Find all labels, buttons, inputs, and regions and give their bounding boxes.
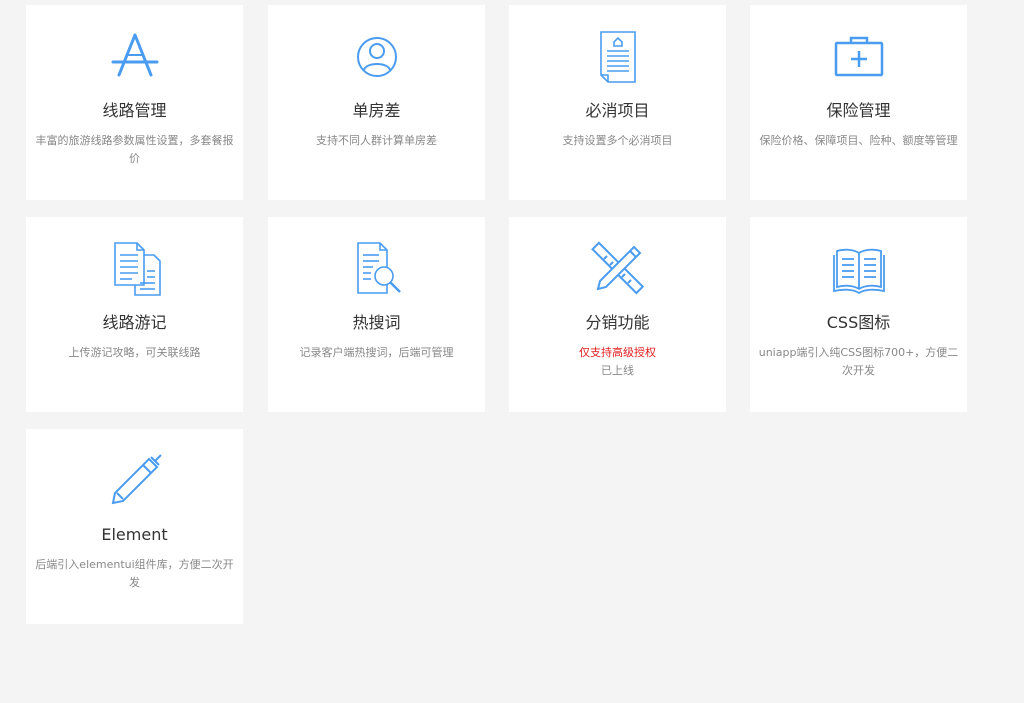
card-description: 仅支持高级授权 已上线 bbox=[517, 344, 718, 380]
card-title: 热搜词 bbox=[352, 313, 401, 332]
documents-icon bbox=[107, 241, 163, 297]
status-text: 已上线 bbox=[601, 364, 634, 377]
card-description: 记录客户端热搜词，后端可管理 bbox=[299, 346, 454, 359]
ruler-pencil-icon bbox=[590, 241, 646, 297]
card-title: 单房差 bbox=[352, 101, 401, 120]
card-title: 保险管理 bbox=[826, 101, 891, 120]
book-icon bbox=[831, 241, 887, 297]
pen-icon bbox=[107, 453, 163, 509]
card-distribution[interactable]: 分销功能 仅支持高级授权 已上线 bbox=[509, 217, 726, 412]
card-description: 上传游记攻略，可关联线路 bbox=[68, 346, 201, 359]
card-description: uniapp端引入纯CSS图标700+，方便二次开发 bbox=[758, 346, 959, 377]
card-description: 后端引入elementui组件库，方便二次开发 bbox=[35, 558, 234, 589]
card-title: Element bbox=[101, 525, 168, 544]
card-css-icons[interactable]: CSS图标 uniapp端引入纯CSS图标700+，方便二次开发 bbox=[750, 217, 967, 412]
document-icon bbox=[590, 29, 646, 85]
card-title: 分销功能 bbox=[585, 313, 650, 332]
search-document-icon bbox=[349, 241, 405, 297]
card-description: 丰富的旅游线路参数属性设置，多套餐报价 bbox=[35, 134, 234, 165]
user-icon bbox=[349, 29, 405, 85]
card-title: 线路管理 bbox=[102, 101, 167, 120]
medical-kit-icon bbox=[831, 29, 887, 85]
card-title: 线路游记 bbox=[102, 313, 167, 332]
card-insurance[interactable]: 保险管理 保险价格、保障项目、险种、额度等管理 bbox=[750, 5, 967, 200]
card-travel-notes[interactable]: 线路游记 上传游记攻略，可关联线路 bbox=[26, 217, 243, 412]
card-title: 必消项目 bbox=[585, 101, 650, 120]
card-title: CSS图标 bbox=[826, 313, 891, 332]
card-description: 支持不同人群计算单房差 bbox=[316, 134, 437, 147]
card-route-management[interactable]: 线路管理 丰富的旅游线路参数属性设置，多套餐报价 bbox=[26, 5, 243, 200]
card-single-room[interactable]: 单房差 支持不同人群计算单房差 bbox=[268, 5, 485, 200]
card-required-items[interactable]: 必消项目 支持设置多个必消项目 bbox=[509, 5, 726, 200]
card-element[interactable]: Element 后端引入elementui组件库，方便二次开发 bbox=[26, 429, 243, 624]
app-store-icon bbox=[107, 29, 163, 85]
card-description: 保险价格、保障项目、险种、额度等管理 bbox=[759, 134, 958, 147]
card-description: 支持设置多个必消项目 bbox=[562, 134, 673, 147]
card-hot-search[interactable]: 热搜词 记录客户端热搜词，后端可管理 bbox=[268, 217, 485, 412]
authorization-warning: 仅支持高级授权 bbox=[579, 346, 656, 359]
